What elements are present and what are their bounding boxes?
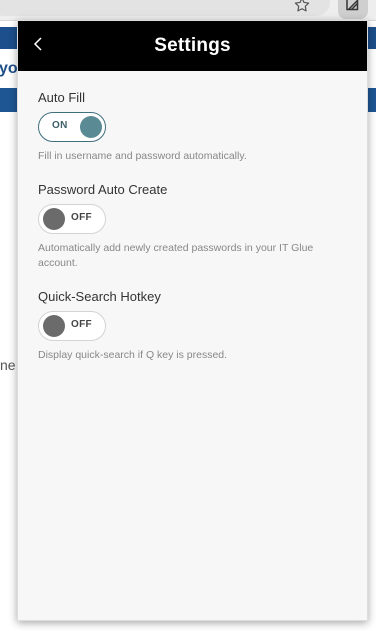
auto-fill-toggle[interactable]: ON [38,112,106,142]
toggle-knob [43,315,65,337]
setting-auto-fill: Auto Fill ON Fill in username and passwo… [38,90,348,164]
setting-label: Quick-Search Hotkey [38,289,161,304]
setting-label: Password Auto Create [38,182,168,197]
quick-search-hotkey-toggle[interactable]: OFF [38,311,106,341]
page-title: Settings [154,35,231,56]
setting-description: Automatically add newly created password… [38,242,314,269]
background-text-fragment: yo [0,60,18,77]
chevron-left-icon [31,36,45,57]
screen: yo ne Settings Auto Fill ON Fill in user… [0,0,376,631]
password-auto-create-toggle[interactable]: OFF [38,204,106,234]
background-text-fragment: ne [0,357,16,373]
toggle-state-text: OFF [71,212,92,223]
setting-password-auto-create: Password Auto Create OFF Automatically a… [38,182,348,271]
setting-description: Fill in username and password automatica… [38,150,247,162]
setting-label: Auto Fill [38,90,85,105]
toggle-knob [43,208,65,230]
setting-quick-search-hotkey: Quick-Search Hotkey OFF Display quick-se… [38,289,348,363]
back-button[interactable] [26,34,50,58]
toggle-state-text: OFF [71,319,92,330]
toggle-state-text: ON [52,120,68,131]
address-bar[interactable] [0,0,330,16]
browser-toolbar [0,0,376,21]
star-icon[interactable] [292,0,312,15]
it-glue-extension-icon[interactable] [338,0,368,19]
setting-description: Display quick-search if Q key is pressed… [38,349,228,361]
popup-header: Settings [18,21,367,71]
settings-popup: Settings Auto Fill ON Fill in username a… [17,20,368,621]
toggle-knob [80,116,102,138]
